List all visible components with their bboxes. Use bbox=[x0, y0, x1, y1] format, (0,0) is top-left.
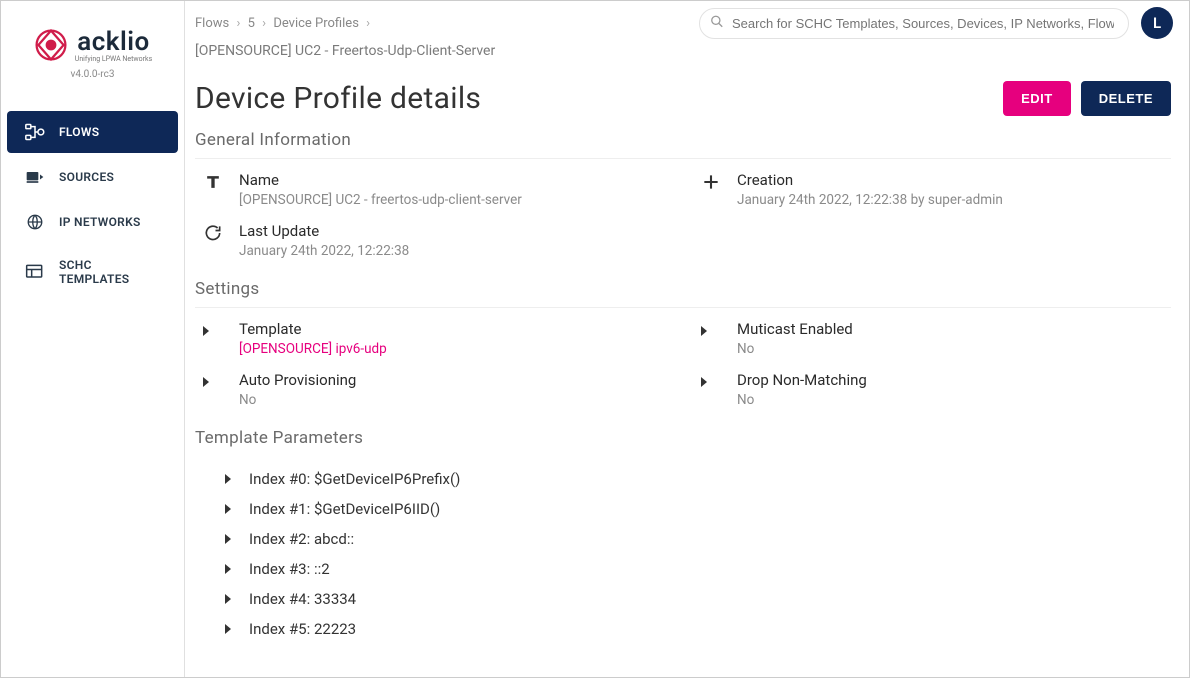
search-icon bbox=[710, 14, 724, 33]
template-parameter-row[interactable]: Index #2: abcd:: bbox=[217, 524, 1171, 554]
search-input[interactable] bbox=[699, 8, 1129, 39]
field-value: January 24th 2022, 12:22:38 by super-adm… bbox=[737, 192, 1003, 208]
template-parameter-text: Index #5: 22223 bbox=[249, 620, 356, 638]
field-drop-non-matching[interactable]: Drop Non-Matching No bbox=[693, 371, 1171, 408]
template-parameter-text: Index #1: $GetDeviceIP6IID() bbox=[249, 500, 440, 518]
field-multicast[interactable]: Muticast Enabled No bbox=[693, 320, 1171, 357]
arrow-right-icon bbox=[225, 474, 231, 484]
template-parameter-text: Index #2: abcd:: bbox=[249, 530, 354, 548]
breadcrumb-sep: › bbox=[262, 16, 266, 31]
text-icon bbox=[203, 171, 225, 196]
brand-name: acklio bbox=[75, 27, 152, 57]
edit-button[interactable]: EDIT bbox=[1003, 81, 1071, 116]
field-name: Name [OPENSOURCE] UC2 - freertos-udp-cli… bbox=[195, 171, 673, 208]
avatar[interactable]: L bbox=[1141, 7, 1173, 39]
search-wrap bbox=[699, 8, 1129, 39]
arrow-right-icon bbox=[225, 504, 231, 514]
field-template[interactable]: Template [OPENSOURCE] ipv6-udp bbox=[195, 320, 673, 357]
sidebar-item-label: SOURCES bbox=[59, 170, 114, 184]
breadcrumb: Flows › 5 › Device Profiles › bbox=[195, 16, 687, 31]
template-parameter-row[interactable]: Index #1: $GetDeviceIP6IID() bbox=[217, 494, 1171, 524]
refresh-icon bbox=[203, 222, 225, 247]
field-label: Template bbox=[239, 320, 387, 338]
arrow-right-icon bbox=[225, 594, 231, 604]
template-parameter-row[interactable]: Index #0: $GetDeviceIP6Prefix() bbox=[217, 464, 1171, 494]
brand-tagline: Unifying LPWA Networks bbox=[75, 55, 152, 63]
arrow-right-icon bbox=[203, 320, 225, 340]
sources-icon bbox=[25, 168, 45, 186]
sidebar-item-label: IP NETWORKS bbox=[59, 215, 141, 229]
arrow-right-icon bbox=[203, 371, 225, 391]
sidebar-item-sources[interactable]: SOURCES bbox=[7, 156, 178, 198]
delete-button[interactable]: DELETE bbox=[1081, 81, 1171, 116]
field-value[interactable]: [OPENSOURCE] ipv6-udp bbox=[239, 341, 387, 357]
flows-icon bbox=[25, 123, 45, 141]
sidebar-item-flows[interactable]: FLOWS bbox=[7, 111, 178, 153]
field-label: Drop Non-Matching bbox=[737, 371, 867, 389]
template-parameter-text: Index #3: ::2 bbox=[249, 560, 330, 578]
field-value: No bbox=[737, 341, 853, 357]
field-label: Name bbox=[239, 171, 522, 189]
sidebar-item-ip-networks[interactable]: IP NETWORKS bbox=[7, 201, 178, 243]
breadcrumb-sep: › bbox=[236, 16, 240, 31]
arrow-right-icon bbox=[225, 534, 231, 544]
arrow-right-icon bbox=[701, 371, 723, 391]
field-label: Creation bbox=[737, 171, 1003, 189]
page-title: Device Profile details bbox=[195, 81, 481, 116]
field-auto-provisioning[interactable]: Auto Provisioning No bbox=[195, 371, 673, 408]
template-parameter-row[interactable]: Index #3: ::2 bbox=[217, 554, 1171, 584]
sidebar-item-schc-templates[interactable]: SCHC TEMPLATES bbox=[7, 246, 178, 298]
field-value: No bbox=[737, 392, 867, 408]
template-parameter-row[interactable]: Index #4: 33334 bbox=[217, 584, 1171, 614]
section-heading-template-params: Template Parameters bbox=[195, 428, 1171, 452]
app-version: v4.0.0-rc3 bbox=[1, 69, 184, 80]
breadcrumb-sep: › bbox=[366, 16, 370, 31]
sidebar-item-label: SCHC TEMPLATES bbox=[59, 258, 160, 286]
arrow-right-icon bbox=[701, 320, 723, 340]
field-last-update: Last Update January 24th 2022, 12:22:38 bbox=[195, 222, 673, 259]
brand-logo: acklio Unifying LPWA Networks v4.0.0-rc3 bbox=[1, 19, 184, 84]
plus-icon bbox=[701, 171, 723, 196]
section-heading-settings: Settings bbox=[195, 279, 1171, 308]
arrow-right-icon bbox=[225, 564, 231, 574]
arrow-right-icon bbox=[225, 624, 231, 634]
breadcrumb-item[interactable]: 5 bbox=[248, 16, 255, 31]
main-content: Flows › 5 › Device Profiles › L [OPENSOU… bbox=[185, 1, 1189, 677]
field-value: No bbox=[239, 392, 356, 408]
sidebar: acklio Unifying LPWA Networks v4.0.0-rc3… bbox=[1, 1, 185, 677]
template-parameter-row[interactable]: Index #5: 22223 bbox=[217, 614, 1171, 644]
field-label: Last Update bbox=[239, 222, 409, 240]
brand-mark-icon bbox=[33, 27, 69, 63]
sidebar-item-label: FLOWS bbox=[59, 125, 99, 139]
field-value: [OPENSOURCE] UC2 - freertos-udp-client-s… bbox=[239, 192, 522, 208]
field-value: January 24th 2022, 12:22:38 bbox=[239, 243, 409, 259]
field-label: Auto Provisioning bbox=[239, 371, 356, 389]
field-label: Muticast Enabled bbox=[737, 320, 853, 338]
template-parameter-text: Index #4: 33334 bbox=[249, 590, 356, 608]
sidebar-nav: FLOWS SOURCES IP NETWORKS SCHC TEMPLATES bbox=[1, 108, 184, 301]
section-heading-general: General Information bbox=[195, 130, 1171, 159]
template-parameter-list: Index #0: $GetDeviceIP6Prefix() Index #1… bbox=[195, 464, 1171, 644]
topbar: Flows › 5 › Device Profiles › L bbox=[185, 1, 1189, 43]
breadcrumb-subtitle: [OPENSOURCE] UC2 - Freertos-Udp-Client-S… bbox=[185, 43, 1189, 65]
breadcrumb-item[interactable]: Device Profiles bbox=[273, 16, 359, 31]
field-creation: Creation January 24th 2022, 12:22:38 by … bbox=[693, 171, 1171, 208]
avatar-initial: L bbox=[1153, 14, 1161, 32]
breadcrumb-item[interactable]: Flows bbox=[195, 16, 229, 31]
globe-icon bbox=[25, 213, 45, 231]
template-parameter-text: Index #0: $GetDeviceIP6Prefix() bbox=[249, 470, 460, 488]
template-icon bbox=[25, 263, 45, 281]
